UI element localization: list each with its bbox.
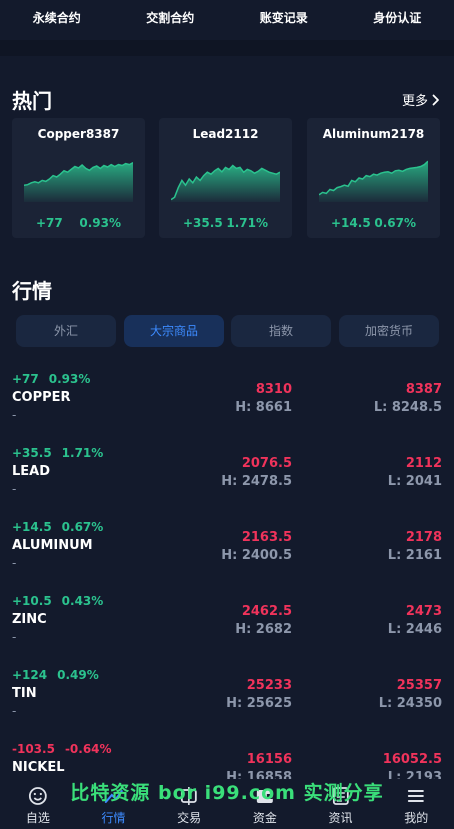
row-symbol: ALUMINUM <box>12 538 93 553</box>
row-change: +35.5 1.71% <box>12 446 113 460</box>
top-nav-records[interactable]: 账变记录 <box>227 0 341 40</box>
hot-card-percent: 0.93% <box>79 216 121 230</box>
more-link[interactable]: 更多 <box>402 90 440 109</box>
sparkline-area <box>171 165 280 202</box>
row-price-2: 2112 <box>405 456 442 471</box>
row-price: 2462.5 <box>241 604 292 619</box>
hot-card-change: +14.5 <box>331 216 371 230</box>
row-price-2: 8387 <box>405 382 442 397</box>
row-change-percent: -0.64% <box>64 742 112 756</box>
row-change-value: +35.5 <box>12 446 52 460</box>
row-high: H: 2478.5 <box>221 474 292 489</box>
row-change: +14.5 0.67% <box>12 520 113 534</box>
top-nav-delivery[interactable]: 交割合约 <box>114 0 228 40</box>
top-nav: 永续合约 交割合约 账变记录 身份认证 <box>0 0 454 40</box>
row-subtitle: - <box>12 704 17 718</box>
row-change-percent: 0.43% <box>61 594 104 608</box>
row-change-percent: 0.67% <box>61 520 104 534</box>
more-label: 更多 <box>401 94 428 109</box>
row-price-2: 2473 <box>405 604 442 619</box>
sparkline-area <box>319 161 428 202</box>
table-row[interactable]: +124 0.49% TIN - 25233 H: 25625 25357 L: … <box>0 658 454 732</box>
row-price-2: 16052.5 <box>382 752 442 767</box>
row-price: 2163.5 <box>241 530 292 545</box>
row-low: L: 2446 <box>387 622 442 637</box>
row-change-value: +77 <box>12 372 39 386</box>
row-change-value: +124 <box>12 668 48 682</box>
hot-card-copper[interactable]: Copper8387 +77 0.93% <box>12 118 145 238</box>
row-symbol: COPPER <box>12 390 71 405</box>
row-change-value: +10.5 <box>12 594 52 608</box>
row-price: 8310 <box>255 382 292 397</box>
row-symbol: TIN <box>12 686 37 701</box>
row-change: +77 0.93% <box>12 372 100 386</box>
row-high: H: 2400.5 <box>221 548 292 563</box>
table-row[interactable]: +10.5 0.43% ZINC - 2462.5 H: 2682 2473 L:… <box>0 584 454 658</box>
row-price: 25233 <box>246 678 292 693</box>
sparkline-chart <box>319 160 428 202</box>
table-row[interactable]: +77 0.93% COPPER - 8310 H: 8661 8387 L: 8… <box>0 362 454 436</box>
row-price-2: 2178 <box>405 530 442 545</box>
tab-crypto[interactable]: 加密货币 <box>339 315 439 347</box>
tab-indices[interactable]: 指数 <box>231 315 331 347</box>
row-low: L: 2041 <box>387 474 442 489</box>
bottom-nav-label: 行情 <box>101 811 126 825</box>
watermark-text: 比特资源 bor i99.com 实测分享 <box>70 782 384 804</box>
chevron-right-icon <box>432 94 439 105</box>
row-low: L: 24350 <box>378 696 442 711</box>
hot-card-name: Aluminum2178 <box>322 127 425 141</box>
sparkline-chart <box>24 161 133 202</box>
market-tabs: 外汇 大宗商品 指数 加密货币 <box>16 315 442 347</box>
row-high: H: 25625 <box>226 696 292 711</box>
market-title: 行情 <box>12 279 52 303</box>
hot-card-change: +35.5 <box>183 216 223 230</box>
table-row[interactable]: +35.5 1.71% LEAD - 2076.5 H: 2478.5 2112 … <box>0 436 454 510</box>
row-subtitle: - <box>12 408 17 422</box>
row-low: L: 2161 <box>387 548 442 563</box>
row-subtitle: - <box>12 556 17 570</box>
bottom-nav-label: 自选 <box>25 811 50 825</box>
bottom-nav-label: 资讯 <box>328 811 353 825</box>
tab-commodities[interactable]: 大宗商品 <box>124 315 224 347</box>
row-price: 2076.5 <box>241 456 292 471</box>
row-change-percent: 0.93% <box>48 372 91 386</box>
row-change: +124 0.49% <box>12 668 109 682</box>
row-change-value: +14.5 <box>12 520 52 534</box>
bottom-nav-label: 交易 <box>177 811 202 825</box>
hot-card-change: +77 <box>36 216 63 230</box>
hot-card-percent: 1.71% <box>226 216 268 230</box>
row-high: H: 8661 <box>235 400 292 415</box>
row-price-2: 25357 <box>396 678 442 693</box>
hot-card-percent: 0.67% <box>374 216 416 230</box>
hot-title: 热门 <box>12 89 52 113</box>
bottom-nav-label: 资金 <box>252 811 277 825</box>
table-row[interactable]: +14.5 0.67% ALUMINUM - 2163.5 H: 2400.5 2… <box>0 510 454 584</box>
hot-card-aluminum[interactable]: Aluminum2178 +14.5 0.67% <box>307 118 440 238</box>
row-change-percent: 0.49% <box>57 668 99 682</box>
row-symbol: NICKEL <box>12 760 65 775</box>
hot-cards: Copper8387 +77 0.93% Lead2112 +35.5 1.71… <box>12 118 442 238</box>
row-low: L: 8248.5 <box>373 400 442 415</box>
row-change-percent: 1.71% <box>61 446 104 460</box>
row-subtitle: - <box>12 630 17 644</box>
hot-card-name: Lead2112 <box>192 127 259 141</box>
row-change: +10.5 0.43% <box>12 594 113 608</box>
row-change-value: -103.5 <box>12 742 55 756</box>
sparkline-chart <box>171 164 280 202</box>
row-symbol: ZINC <box>12 612 47 627</box>
row-price: 16156 <box>246 752 292 767</box>
bottom-nav-label: 我的 <box>404 811 429 825</box>
row-subtitle: - <box>12 482 17 496</box>
section-divider <box>0 40 454 56</box>
row-symbol: LEAD <box>12 464 51 479</box>
row-change: -103.5 -0.64% <box>12 742 122 756</box>
top-nav-perpetual[interactable]: 永续合约 <box>0 0 114 40</box>
top-nav-identity[interactable]: 身份认证 <box>341 0 454 40</box>
hot-card-name: Copper8387 <box>37 127 120 141</box>
hot-card-lead[interactable]: Lead2112 +35.5 1.71% <box>159 118 292 238</box>
tab-forex[interactable]: 外汇 <box>16 315 116 347</box>
row-high: H: 2682 <box>235 622 292 637</box>
